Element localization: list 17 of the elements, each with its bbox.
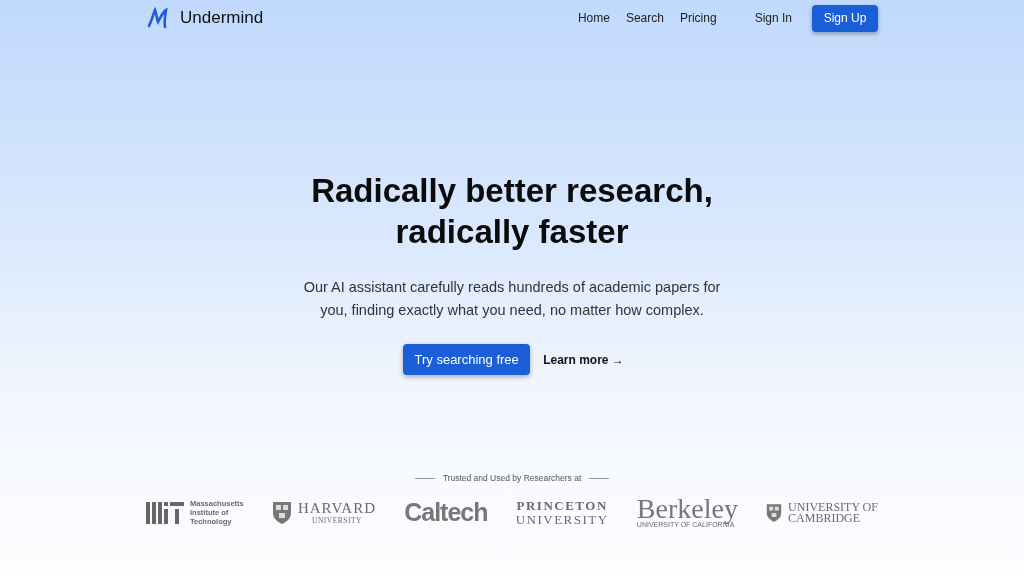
nav-link[interactable]: Search: [625, 11, 664, 25]
mit-logo-icon: [146, 501, 184, 524]
sign-up-button[interactable]: Sign Up: [812, 4, 878, 32]
brand-name[interactable]: Undermind: [180, 8, 264, 28]
caltech-logo-text: Caltech: [404, 498, 488, 527]
hero-title: Radically better research, radically faster: [311, 171, 713, 252]
sign-in-link[interactable]: Sign In: [754, 11, 792, 25]
trusted-caption: Trusted and Used by Researchers at: [442, 473, 582, 483]
nav-link[interactable]: Home: [577, 11, 610, 25]
crest-icon: [766, 502, 783, 523]
nav-link[interactable]: Pricing: [679, 11, 717, 25]
learn-more-link[interactable]: Learn more →: [543, 352, 624, 367]
shield-icon: [271, 500, 292, 525]
try-searching-button[interactable]: Try searching free: [403, 344, 531, 375]
cambridge-logo-text: UNIVERSITY OF CAMBRIDGE: [788, 501, 878, 524]
hero-subtitle: Our AI assistant carefully reads hundreds of academic papers for you, finding exactly what you need, no matter how complex.: [303, 278, 721, 320]
princeton-logo-text: PRINCETON UNIVERSITY: [515, 498, 609, 527]
